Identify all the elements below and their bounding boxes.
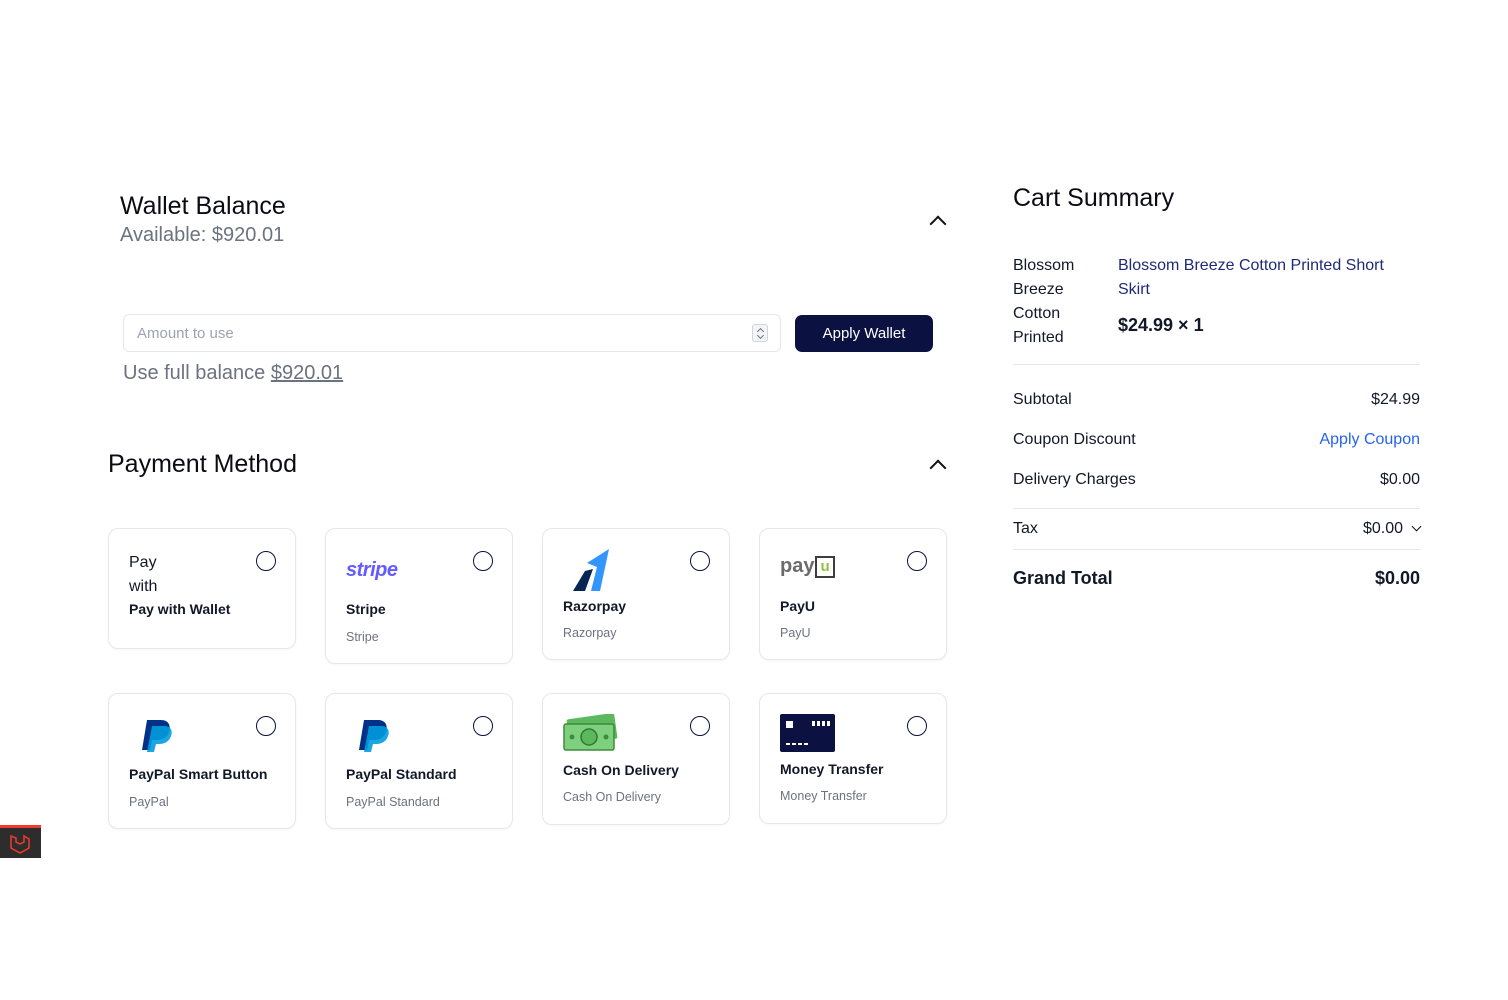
payment-option-subtitle: Cash On Delivery — [563, 790, 661, 804]
grand-total-label: Grand Total — [1013, 568, 1113, 588]
payment-option-paypal-standard[interactable]: PayPal Standard PayPal Standard — [325, 693, 513, 829]
stripe-radio[interactable] — [473, 551, 493, 571]
laravel-logo-icon — [10, 834, 30, 854]
use-full-balance-link[interactable]: $920.01 — [271, 362, 343, 384]
wallet-collapse-chevron-up-icon[interactable] — [929, 215, 947, 233]
delivery-charges-value: $0.00 — [1379, 471, 1420, 488]
product-image-alt-text: Blossom Breeze Cotton Printed — [1013, 257, 1075, 346]
payment-option-subtitle: PayPal — [129, 795, 169, 809]
payment-option-stripe[interactable]: stripe Stripe Stripe — [325, 528, 513, 664]
payment-option-subtitle: PayU — [780, 626, 811, 640]
payment-option-payu[interactable]: pay u PayU PayU — [759, 528, 947, 660]
payment-collapse-chevron-up-icon[interactable] — [929, 459, 947, 477]
product-price-quantity: $24.99 × 1 — [1118, 315, 1204, 335]
payu-logo-icon: pay u — [780, 555, 835, 578]
paypal-smart-radio[interactable] — [256, 716, 276, 736]
cart-summary-title: Cart Summary — [1013, 184, 1175, 212]
subtotal-label: Subtotal — [1013, 391, 1072, 408]
payment-option-wallet[interactable]: Pay with Pay with Wallet — [108, 528, 296, 649]
apply-coupon-link[interactable]: Apply Coupon — [1319, 431, 1420, 449]
divider — [1013, 364, 1420, 365]
payment-option-subtitle: Stripe — [346, 630, 379, 644]
amount-stepper-icon[interactable] — [752, 324, 768, 342]
wallet-available-amount: Available: $920.01 — [120, 224, 285, 246]
divider — [1013, 549, 1420, 550]
payment-option-name: PayPal Standard — [346, 766, 457, 782]
tax-toggle[interactable]: $0.00 — [1362, 520, 1422, 538]
payment-option-subtitle: Razorpay — [563, 626, 617, 640]
grand-total-value: $0.00 — [1374, 568, 1420, 588]
cash-icon — [563, 714, 618, 751]
payment-option-subtitle: Money Transfer — [780, 789, 867, 803]
payu-logo-text: pay — [780, 555, 815, 577]
payment-option-paypal-smart[interactable]: PayPal Smart Button PayPal — [108, 693, 296, 829]
payment-option-subtitle: PayPal Standard — [346, 795, 440, 809]
wallet-amount-input[interactable] — [123, 314, 781, 352]
payment-option-name: PayU — [780, 598, 816, 614]
use-full-balance: Use full balance $920.01 — [123, 362, 343, 385]
payment-option-razorpay[interactable]: Razorpay Razorpay — [542, 528, 730, 660]
apply-wallet-button[interactable]: Apply Wallet — [795, 315, 933, 352]
delivery-charges-label: Delivery Charges — [1013, 471, 1136, 488]
wallet-radio[interactable] — [256, 551, 276, 571]
payment-option-name: Money Transfer — [780, 761, 884, 777]
wallet-option-image-alt: Pay with — [129, 554, 158, 595]
product-name-link[interactable]: Blossom Breeze Cotton Printed Short Skir… — [1118, 254, 1418, 302]
payment-option-money-transfer[interactable]: Money Transfer Money Transfer — [759, 693, 947, 824]
card-icon — [780, 714, 835, 752]
chevron-down-icon — [1411, 521, 1422, 532]
laravel-debugbar-icon[interactable] — [0, 825, 41, 858]
subtotal-value: $24.99 — [1371, 391, 1420, 408]
payment-option-name: Pay with Wallet — [129, 601, 231, 617]
money-transfer-radio[interactable] — [907, 716, 927, 736]
coupon-discount-label: Coupon Discount — [1013, 431, 1136, 448]
divider — [1013, 508, 1420, 509]
paypal-icon — [142, 720, 172, 752]
payment-option-cash-on-delivery[interactable]: Cash On Delivery Cash On Delivery — [542, 693, 730, 825]
cash-on-delivery-radio[interactable] — [690, 716, 710, 736]
paypal-icon — [359, 720, 389, 752]
tax-label: Tax — [1013, 520, 1038, 537]
tax-value: $0.00 — [1362, 520, 1403, 537]
razorpay-icon — [573, 549, 609, 591]
payment-option-name: Stripe — [346, 601, 386, 617]
wallet-balance-title: Wallet Balance — [120, 192, 286, 220]
payment-option-name: PayPal Smart Button — [129, 766, 268, 782]
razorpay-radio[interactable] — [690, 551, 710, 571]
stripe-logo-icon: stripe — [346, 559, 398, 581]
payment-option-name: Razorpay — [563, 598, 627, 614]
payu-radio[interactable] — [907, 551, 927, 571]
payu-logo-u: u — [815, 555, 835, 578]
payment-option-name: Cash On Delivery — [563, 762, 679, 778]
payment-method-title: Payment Method — [108, 450, 297, 478]
paypal-standard-radio[interactable] — [473, 716, 493, 736]
use-full-balance-label: Use full balance — [123, 362, 271, 384]
